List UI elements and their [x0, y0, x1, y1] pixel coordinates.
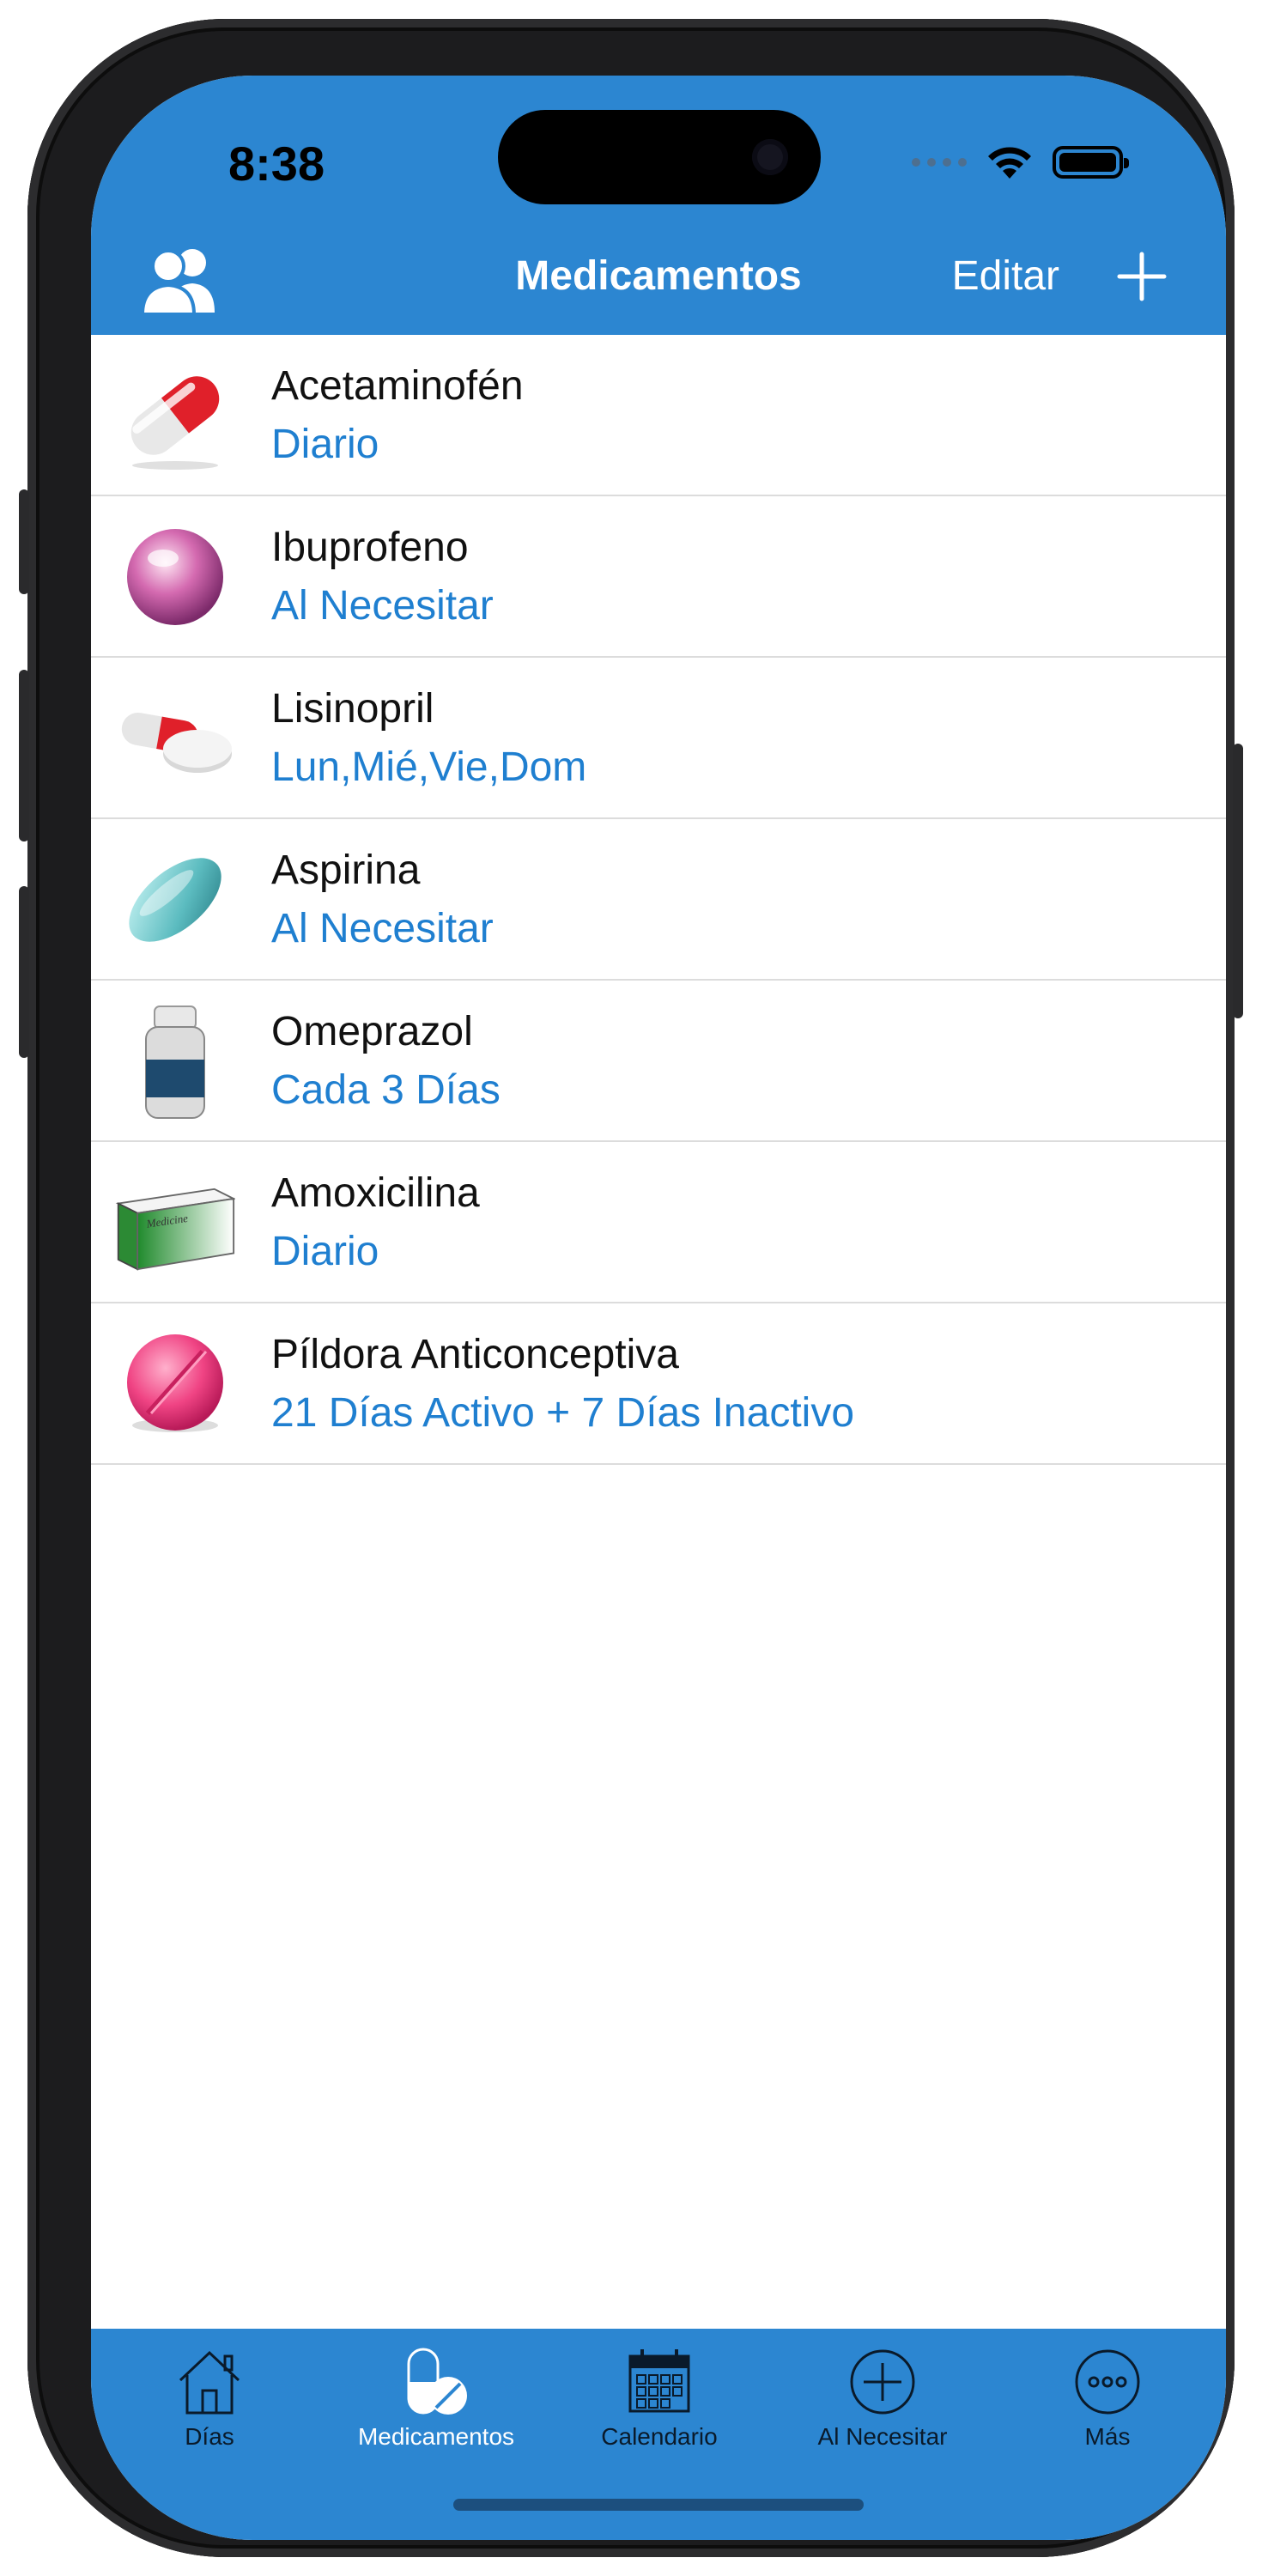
medication-name: Lisinopril: [271, 686, 434, 732]
tab-dias[interactable]: Días: [106, 2346, 312, 2451]
tab-al-necesitar[interactable]: Al Necesitar: [780, 2346, 986, 2451]
top-bar: 8:38 Medicamentos Editar: [91, 76, 1226, 335]
medication-name: Amoxicilina: [271, 1170, 480, 1216]
list-item[interactable]: Acetaminofén Diario: [91, 335, 1226, 496]
pink-pearl-pill-icon: [127, 529, 223, 625]
tab-medicamentos[interactable]: Medicamentos: [333, 2346, 539, 2451]
medication-schedule: Lun,Mié,Vie,Dom: [271, 744, 587, 790]
medication-name: Ibuprofeno: [271, 525, 469, 570]
list-item[interactable]: Píldora Anticonceptiva 21 Días Activo + …: [91, 1303, 1226, 1465]
phone-frame: 8:38 Medicamentos Editar Acetaminofén Di…: [19, 19, 1243, 2557]
screen: 8:38 Medicamentos Editar Acetaminofén Di…: [91, 76, 1226, 2540]
tab-label: Calendario: [601, 2423, 718, 2450]
volume-up-button: [19, 670, 29, 841]
tab-label: Más: [1084, 2423, 1131, 2450]
list-item[interactable]: Lisinopril Lun,Mié,Vie,Dom: [91, 658, 1226, 819]
calendar-icon: [628, 2349, 690, 2413]
medication-schedule: 21 Días Activo + 7 Días Inactivo: [271, 1390, 855, 1436]
volume-down-button: [19, 886, 29, 1058]
medication-name: Omeprazol: [271, 1009, 473, 1054]
medication-schedule: Diario: [271, 422, 379, 467]
camera-icon: [752, 139, 788, 175]
pills-icon: [407, 2348, 467, 2415]
medication-schedule: Al Necesitar: [271, 583, 494, 629]
tab-bar: Días Medicamentos Calendario Al Necesita…: [91, 2329, 1226, 2540]
medicine-bottle-icon: [145, 1005, 205, 1119]
medication-list: Acetaminofén Diario Ibuprofeno Al Necesi…: [91, 335, 1226, 1465]
medication-name: Píldora Anticonceptiva: [271, 1332, 679, 1377]
medication-name: Acetaminofén: [271, 363, 524, 409]
list-item[interactable]: Medicine Amoxicilina Diario: [91, 1142, 1226, 1303]
power-button: [1233, 744, 1243, 1018]
medication-schedule: Cada 3 Días: [271, 1067, 501, 1113]
mute-switch: [19, 489, 29, 594]
tab-label: Al Necesitar: [817, 2423, 948, 2450]
pink-round-tablet-icon: [127, 1334, 223, 1432]
medication-schedule: Diario: [271, 1229, 379, 1274]
medication-schedule: Al Necesitar: [271, 906, 494, 951]
status-icons: [912, 141, 1129, 184]
plus-circle-icon: [850, 2349, 915, 2415]
add-medication-button[interactable]: [1116, 251, 1168, 302]
signal-icon: [912, 158, 967, 167]
wifi-icon: [988, 147, 1031, 179]
capsule-red-white-icon: [130, 376, 220, 470]
house-icon: [179, 2350, 240, 2415]
list-item[interactable]: Omeprazol Cada 3 Días: [91, 981, 1226, 1142]
list-item[interactable]: Ibuprofeno Al Necesitar: [91, 496, 1226, 658]
more-circle-icon: [1075, 2349, 1140, 2415]
tab-calendario[interactable]: Calendario: [556, 2346, 762, 2451]
teal-oval-tablet-icon: [129, 858, 221, 942]
list-item[interactable]: Aspirina Al Necesitar: [91, 819, 1226, 981]
medication-name: Aspirina: [271, 848, 421, 893]
tab-mas[interactable]: Más: [1004, 2346, 1210, 2451]
tab-label: Días: [185, 2423, 234, 2450]
tab-label: Medicamentos: [357, 2423, 515, 2450]
dynamic-island: [498, 110, 821, 204]
home-indicator[interactable]: [453, 2499, 864, 2511]
medicine-box-icon: Medicine: [115, 1188, 235, 1271]
capsule-and-tablet-icon: [121, 712, 232, 773]
status-time: 8:38: [228, 137, 325, 191]
edit-button[interactable]: Editar: [952, 252, 1059, 300]
battery-icon: [1053, 146, 1129, 179]
